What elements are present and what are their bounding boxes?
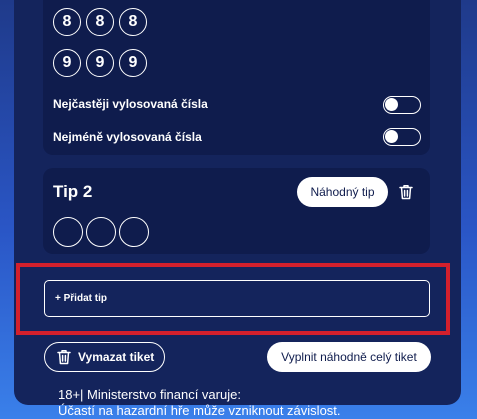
clear-ticket-label: Vymazat tiket	[78, 350, 155, 364]
number-ball[interactable]: 9	[86, 49, 114, 77]
tip-2-title: Tip 2	[53, 182, 93, 201]
empty-number-slot[interactable]	[53, 217, 83, 247]
trash-icon-svg	[399, 185, 413, 200]
clear-ticket-button[interactable]: Vymazat tiket	[44, 342, 165, 372]
empty-number-slot[interactable]	[119, 217, 149, 247]
trash-icon[interactable]	[399, 184, 413, 200]
least-drawn-toggle[interactable]	[383, 128, 421, 146]
least-drawn-label: Nejméně vylosovaná čísla	[53, 130, 202, 144]
fill-random-ticket-button[interactable]: Vyplnit náhodně celý tiket	[267, 342, 431, 372]
number-ball[interactable]: 8	[53, 8, 81, 36]
trash-icon	[57, 350, 71, 365]
toggle-knob	[385, 98, 398, 111]
number-ball[interactable]: 9	[119, 49, 147, 77]
most-drawn-toggle[interactable]	[383, 96, 421, 114]
toggle-knob	[385, 130, 398, 143]
number-ball[interactable]: 8	[119, 8, 147, 36]
add-tip-button[interactable]: + Přidat tip	[44, 280, 430, 317]
gambling-warning-line-2: Účastí na hazardní hře může vzniknout zá…	[58, 403, 341, 418]
number-ball[interactable]: 9	[53, 49, 81, 77]
number-ball[interactable]: 8	[86, 8, 114, 36]
empty-number-slot[interactable]	[86, 217, 116, 247]
gambling-warning-line-1: 18+| Ministerstvo financí varuje:	[58, 387, 241, 402]
random-tip-button[interactable]: Náhodný tip	[297, 177, 388, 207]
most-drawn-label: Nejčastěji vylosovaná čísla	[53, 97, 208, 111]
